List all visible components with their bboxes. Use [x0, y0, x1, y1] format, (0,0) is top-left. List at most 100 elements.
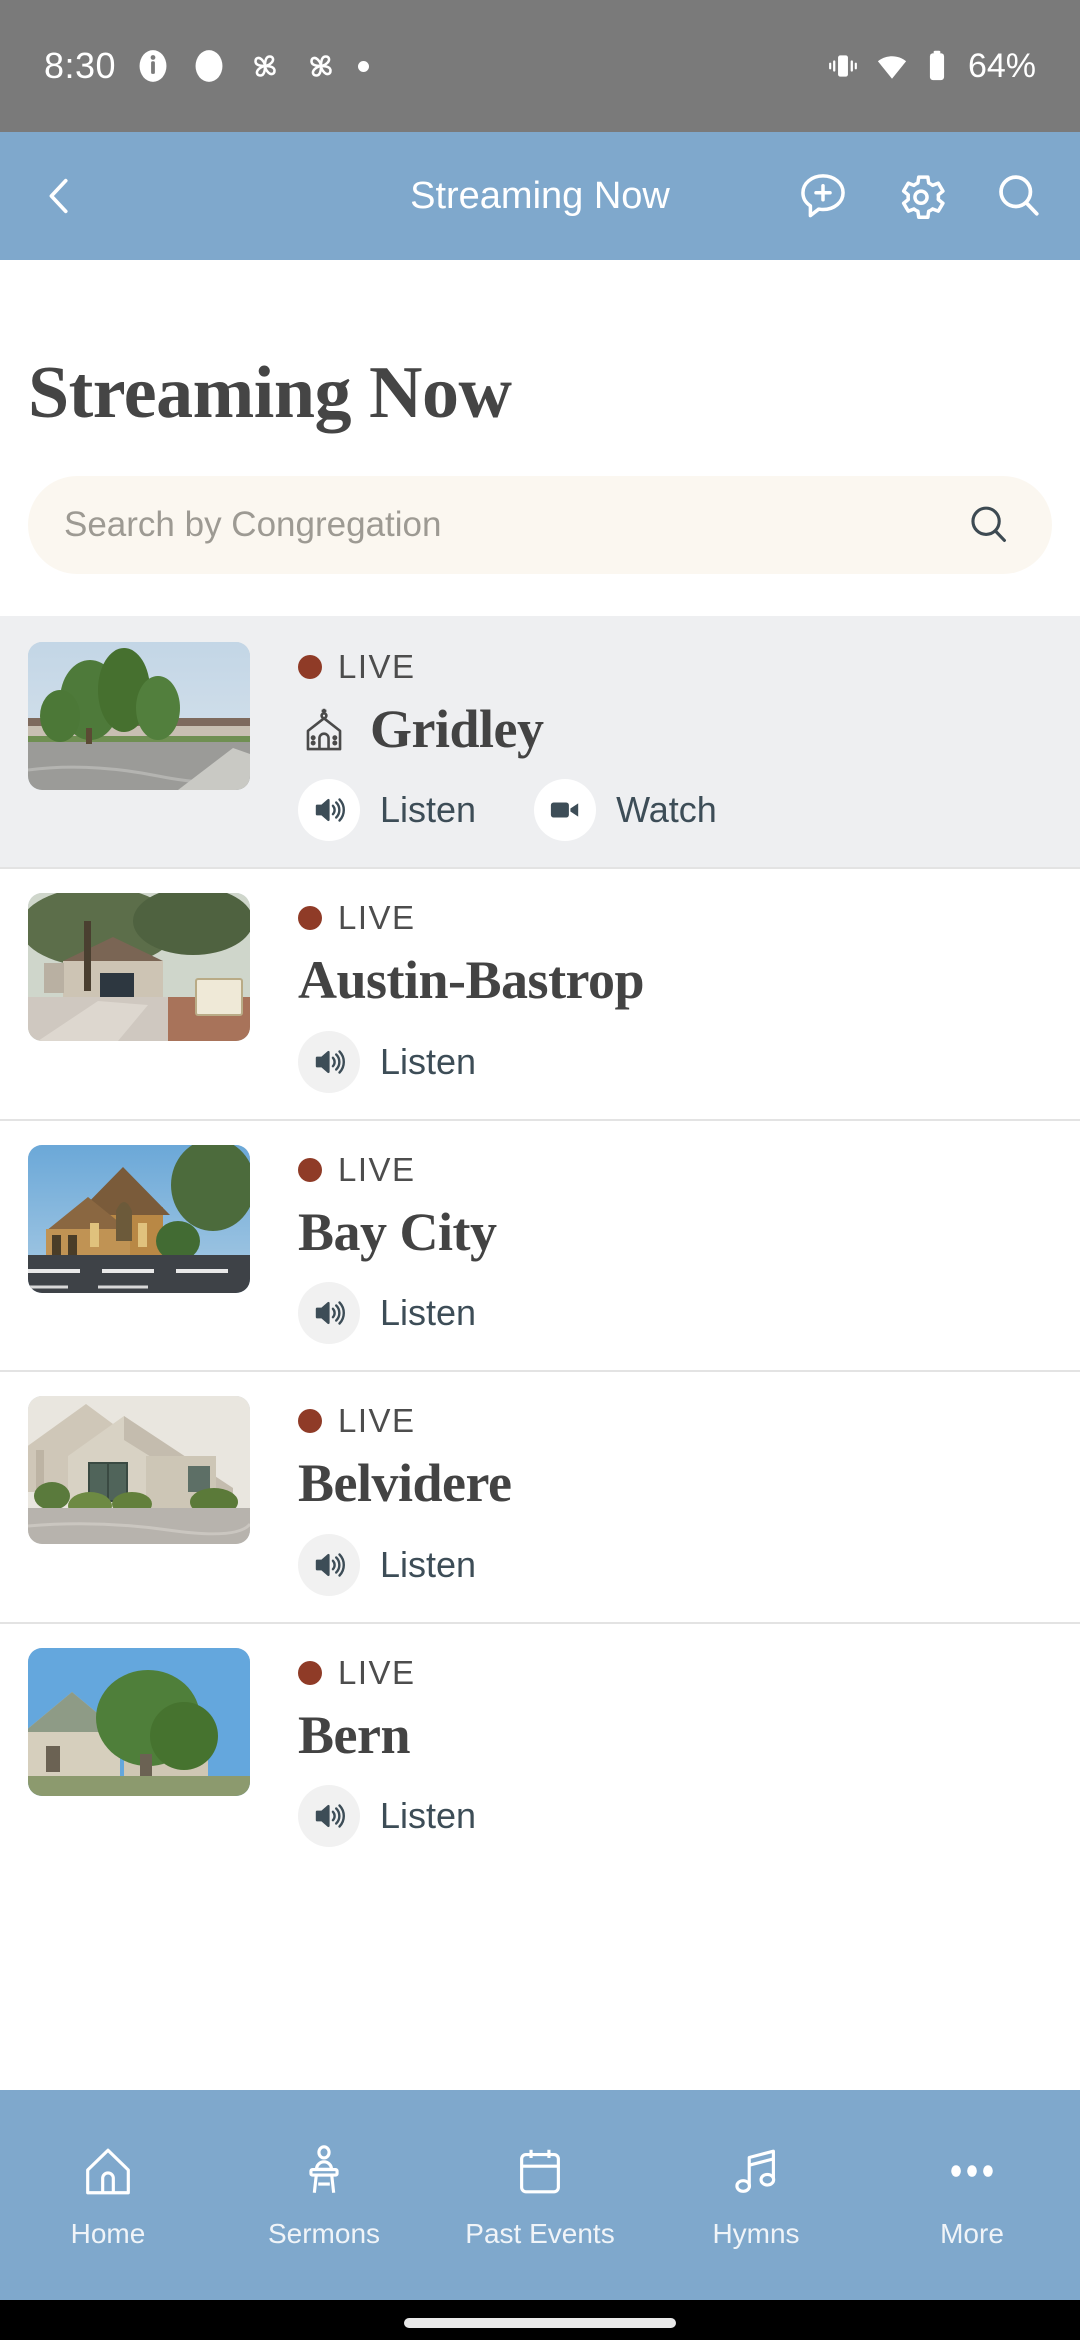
gesture-pill[interactable]	[404, 2318, 676, 2328]
page-header: Streaming Now	[0, 260, 1080, 430]
congregation-name: Bern	[298, 1704, 411, 1765]
live-dot-icon	[298, 1157, 322, 1182]
tab-label: Past Events	[465, 2218, 615, 2249]
vibrate-icon	[826, 49, 860, 83]
listen-label: Listen	[380, 1794, 477, 1836]
battery-percent: 64%	[967, 46, 1036, 85]
church-icon	[298, 704, 350, 756]
status-label: LIVE	[338, 1402, 416, 1440]
pulpit-icon	[293, 2140, 355, 2202]
listen-button[interactable]: Listen	[298, 1533, 477, 1596]
status-badge: LIVE	[298, 648, 1052, 686]
tab-past-events[interactable]: Past Events	[432, 2140, 648, 2250]
search-input[interactable]	[64, 505, 960, 545]
row-actions: Listen	[298, 1533, 1052, 1596]
live-dot-icon	[298, 1660, 322, 1685]
table-row[interactable]: LIVE Gridley Listen Watch	[0, 616, 1080, 868]
congregation-info: LIVE Gridley Listen Watch	[250, 642, 1052, 842]
congregation-name: Gridley	[370, 699, 544, 759]
tab-more[interactable]: More	[864, 2140, 1080, 2250]
listen-button[interactable]: Listen	[298, 1030, 477, 1093]
status-badge: LIVE	[298, 1402, 1052, 1440]
congregation-thumbnail	[28, 642, 250, 790]
status-bar-clock: 8:30	[44, 45, 117, 86]
watch-button[interactable]: Watch	[534, 779, 717, 842]
tab-label: Sermons	[267, 2218, 381, 2249]
live-dot-icon	[298, 1409, 322, 1434]
speaker-icon	[298, 1784, 360, 1847]
row-actions: Listen	[298, 1784, 1052, 1847]
search-box[interactable]	[28, 476, 1052, 574]
row-actions: Listen	[298, 1282, 1052, 1345]
speaker-icon	[298, 1533, 360, 1596]
congregation-thumbnail	[28, 1396, 250, 1545]
search-section	[0, 430, 1080, 574]
message-add-icon[interactable]	[792, 165, 854, 227]
congregation-name-row: Bern	[298, 1704, 1052, 1765]
row-actions: Listen Watch	[298, 779, 1052, 842]
chevron-left-icon	[37, 173, 83, 219]
search-icon[interactable]	[988, 165, 1050, 227]
page-title: Streaming Now	[28, 352, 512, 434]
tab-label: More	[940, 2218, 1004, 2249]
listen-button[interactable]: Listen	[298, 779, 477, 842]
search-icon[interactable]	[960, 496, 1018, 554]
tab-hymns[interactable]: Hymns	[648, 2140, 864, 2250]
congregation-name: Austin-Bastrop	[298, 950, 645, 1011]
gear-icon[interactable]	[890, 165, 952, 227]
info-icon	[134, 47, 172, 85]
circle-icon	[190, 47, 228, 85]
nav-actions	[792, 165, 1050, 227]
congregation-info: LIVE Belvidere Listen	[250, 1396, 1052, 1596]
congregation-info: LIVE Bay City Listen	[250, 1145, 1052, 1345]
ellipsis-icon	[941, 2140, 1003, 2202]
live-dot-icon	[298, 906, 322, 931]
status-bar: 8:30 64%	[0, 0, 1080, 132]
listen-label: Listen	[380, 1543, 477, 1585]
speaker-icon	[298, 1282, 360, 1345]
status-label: LIVE	[338, 899, 416, 937]
pinwheel-icon	[302, 47, 340, 85]
table-row[interactable]: LIVE Belvidere Listen	[0, 1370, 1080, 1622]
congregation-name-row: Austin-Bastrop	[298, 950, 1052, 1011]
status-label: LIVE	[338, 1653, 416, 1691]
tab-label: Hymns	[712, 2218, 800, 2249]
speaker-icon	[298, 1030, 360, 1093]
music-note-icon	[725, 2140, 787, 2202]
house-icon	[77, 2140, 139, 2202]
table-row[interactable]: LIVE Bern Listen	[0, 1621, 1080, 1873]
table-row[interactable]: LIVE Bay City Listen	[0, 1118, 1080, 1371]
bottom-navigation: Home Sermons Past Events Hymns More	[0, 2090, 1080, 2300]
status-bar-right: 64%	[826, 47, 1036, 86]
dot-icon	[358, 60, 370, 72]
status-label: LIVE	[338, 648, 416, 685]
speaker-icon	[298, 779, 360, 842]
status-badge: LIVE	[298, 899, 1052, 937]
listen-label: Listen	[380, 789, 477, 831]
tab-sermons[interactable]: Sermons	[216, 2140, 432, 2250]
congregation-name-row: Bay City	[298, 1201, 1052, 1262]
wifi-icon	[874, 48, 910, 84]
battery-icon	[924, 49, 950, 83]
back-button[interactable]	[30, 166, 90, 226]
table-row[interactable]: LIVE Austin-Bastrop Listen	[0, 867, 1080, 1119]
app-nav-bar: Streaming Now	[0, 132, 1080, 260]
tab-label: Home	[70, 2218, 146, 2249]
congregation-name-row: Gridley	[298, 699, 1052, 759]
row-actions: Listen	[298, 1030, 1052, 1093]
pinwheel-icon	[246, 47, 284, 85]
listen-label: Listen	[380, 1040, 477, 1082]
system-gesture-bar	[0, 2300, 1080, 2340]
listen-button[interactable]: Listen	[298, 1784, 477, 1847]
live-dot-icon	[298, 655, 322, 679]
congregation-info: LIVE Bern Listen	[250, 1648, 1052, 1847]
streaming-list: LIVE Gridley Listen Watch LIVE Austin-Ba…	[0, 616, 1080, 1873]
tab-home[interactable]: Home	[0, 2140, 216, 2250]
congregation-name-row: Belvidere	[298, 1453, 1052, 1514]
congregation-info: LIVE Austin-Bastrop Listen	[250, 893, 1052, 1093]
listen-button[interactable]: Listen	[298, 1282, 476, 1345]
status-bar-left: 8:30	[44, 45, 370, 87]
congregation-thumbnail	[28, 1647, 250, 1796]
congregation-name: Bay City	[298, 1201, 497, 1262]
congregation-name: Belvidere	[298, 1453, 512, 1514]
